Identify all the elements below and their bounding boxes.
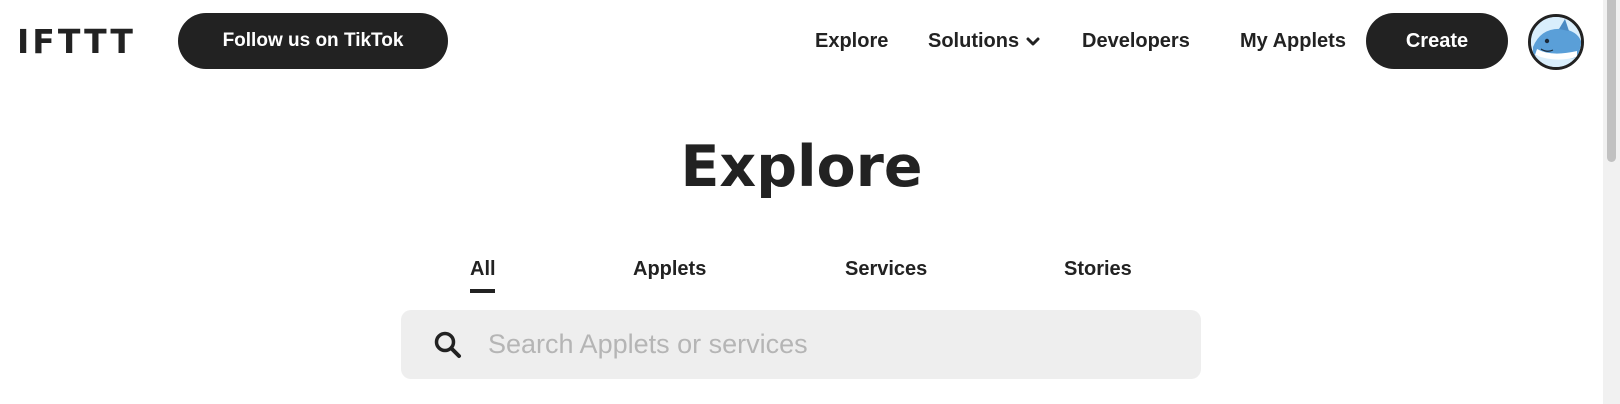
vertical-scrollbar[interactable] bbox=[1603, 0, 1620, 404]
search-input[interactable] bbox=[488, 324, 1168, 365]
nav-solutions[interactable]: Solutions bbox=[928, 28, 1040, 54]
active-tab-indicator bbox=[470, 289, 495, 293]
create-button[interactable]: Create bbox=[1366, 13, 1508, 69]
shark-avatar-icon bbox=[1531, 17, 1581, 67]
chevron-down-icon bbox=[1026, 28, 1040, 54]
tab-applets[interactable]: Applets bbox=[633, 256, 706, 282]
nav-solutions-label: Solutions bbox=[928, 30, 1020, 52]
scrollbar-thumb[interactable] bbox=[1607, 0, 1616, 162]
ifttt-logo[interactable]: IFTTT bbox=[17, 22, 136, 62]
nav-explore[interactable]: Explore bbox=[815, 28, 888, 54]
follow-tiktok-button[interactable]: Follow us on TikTok bbox=[178, 13, 448, 69]
search-icon bbox=[433, 330, 463, 360]
page-title: Explore bbox=[680, 134, 923, 200]
avatar[interactable] bbox=[1528, 14, 1584, 70]
page: IFTTT Follow us on TikTok Explore Soluti… bbox=[0, 0, 1620, 404]
tab-services[interactable]: Services bbox=[845, 256, 927, 282]
nav-my-applets[interactable]: My Applets bbox=[1240, 28, 1346, 54]
search-box[interactable] bbox=[401, 310, 1201, 379]
tab-stories[interactable]: Stories bbox=[1064, 256, 1132, 282]
tab-all[interactable]: All bbox=[470, 256, 496, 282]
nav-developers[interactable]: Developers bbox=[1082, 28, 1190, 54]
